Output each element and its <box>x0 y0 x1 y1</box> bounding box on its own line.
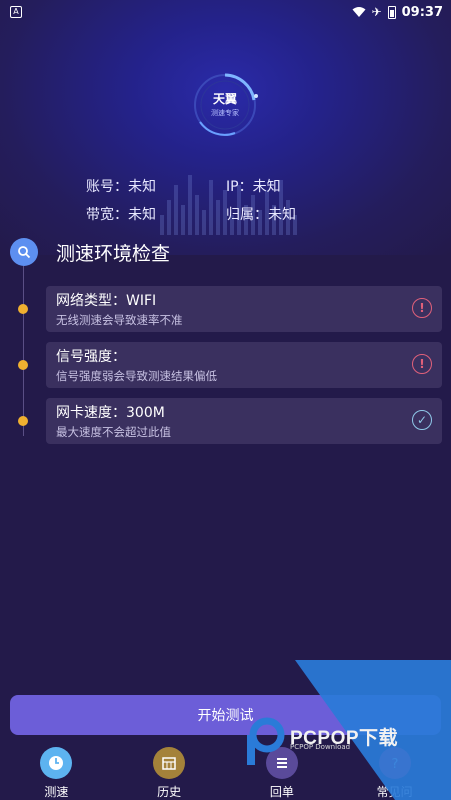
watermark-subtext: PCPOP Download <box>290 743 351 751</box>
check-title: 网卡速度：300M <box>56 405 165 421</box>
tab-speedtest[interactable]: 测速 <box>0 742 113 800</box>
tab-label: 历史 <box>157 785 182 799</box>
section-header: 测速环境检查 <box>10 238 170 266</box>
section-title: 测速环境检查 <box>56 242 171 265</box>
check-card-nic-speed[interactable]: 网卡速度：300M 最大速度不会超过此值 ✓ <box>46 398 442 444</box>
battery-icon <box>387 5 396 19</box>
wifi-icon <box>352 7 366 17</box>
logo-subtitle: 测速专家 <box>211 109 239 117</box>
timeline-dot <box>18 416 28 426</box>
tab-label: 回单 <box>269 785 294 799</box>
check-desc: 最大速度不会超过此值 <box>56 425 171 439</box>
app-logo: 天翼 测速专家 <box>190 70 262 142</box>
clock-icon <box>40 747 73 779</box>
check-card-signal-strength[interactable]: 信号强度： 信号强度弱会导致测速结果偏低 ! <box>46 342 442 388</box>
list-icon <box>265 747 298 779</box>
check-card-network-type[interactable]: 网络类型：WIFI 无线测速会导致速率不准 ! <box>46 286 442 332</box>
bandwidth-label: 带宽：未知 <box>86 207 156 223</box>
check-desc: 无线测速会导致速率不准 <box>56 313 183 327</box>
timeline-line <box>23 266 24 436</box>
status-time: 09:37 <box>401 4 443 20</box>
svg-text:?: ? <box>391 757 398 772</box>
account-info: 账号：未知 IP：未知 带宽：未知 归属：未知 <box>86 172 406 228</box>
warning-icon: ! <box>412 298 432 318</box>
tab-label: 常见问 <box>376 785 413 799</box>
ip-label: IP：未知 <box>226 179 281 195</box>
airplane-icon: ✈ <box>371 5 382 19</box>
logo-title: 天翼 <box>212 92 237 106</box>
check-title: 信号强度： <box>56 349 126 365</box>
timeline-dot <box>18 360 28 370</box>
check-title: 网络类型：WIFI <box>56 293 157 309</box>
status-bar: A ✈ 09:37 <box>0 0 451 24</box>
warning-icon: ! <box>412 354 432 374</box>
belong-label: 归属：未知 <box>226 207 296 223</box>
tab-label: 测速 <box>44 785 69 799</box>
bottom-tab-bar: 测速 历史 回单 ? 常见问 <box>0 742 451 800</box>
search-icon <box>10 238 38 266</box>
timeline-dot <box>18 304 28 314</box>
calendar-icon <box>153 747 186 779</box>
account-label: 账号：未知 <box>86 179 156 195</box>
check-desc: 信号强度弱会导致测速结果偏低 <box>56 369 217 383</box>
notification-icon: A <box>10 6 22 18</box>
tab-history[interactable]: 历史 <box>113 742 226 800</box>
tab-faq[interactable]: ? 常见问 <box>338 742 451 800</box>
question-icon: ? <box>378 747 411 779</box>
check-icon: ✓ <box>412 410 432 430</box>
